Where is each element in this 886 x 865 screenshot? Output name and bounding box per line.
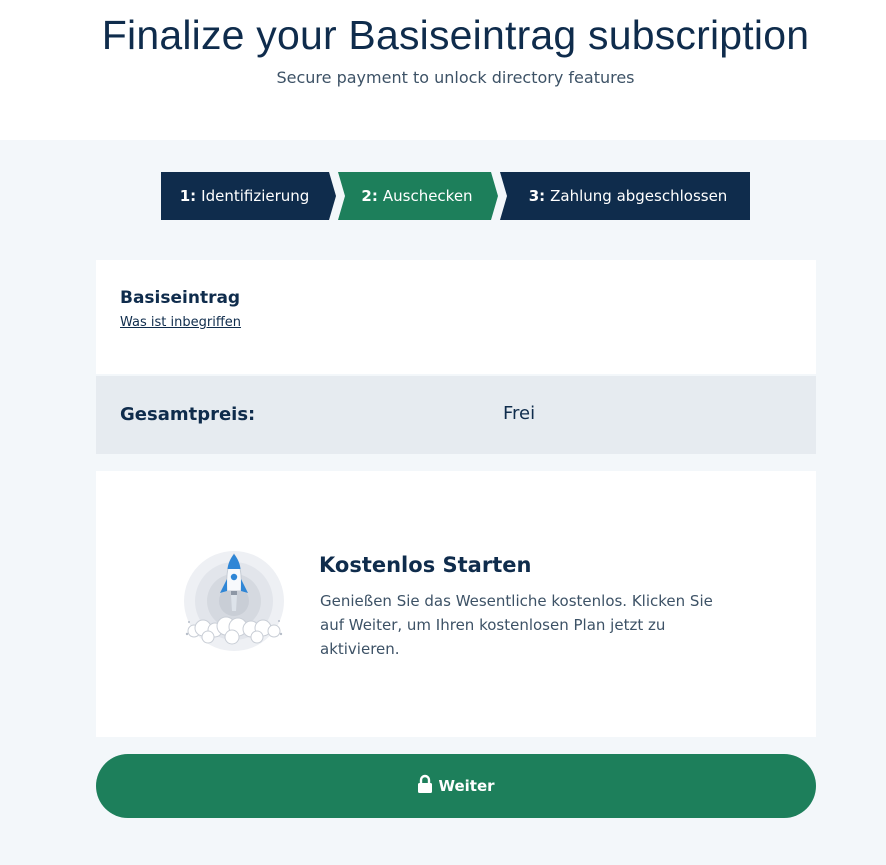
rocket-icon bbox=[184, 551, 284, 651]
lock-icon bbox=[418, 774, 433, 793]
step-checkout[interactable]: 2: Auschecken bbox=[338, 172, 498, 220]
total-price-label: Gesamtpreis: bbox=[120, 404, 256, 425]
checkout-stepper: 1: Identifizierung 2: Auschecken 3: Zahl… bbox=[161, 172, 750, 220]
total-price-row: Gesamtpreis: Frei bbox=[96, 376, 816, 454]
step-label: Zahlung abgeschlossen bbox=[550, 187, 728, 205]
page-title: Finalize your Basiseintrag subscription bbox=[101, 12, 810, 58]
checkout-area: 1: Identifizierung 2: Auschecken 3: Zahl… bbox=[0, 140, 886, 865]
step-number: 2: bbox=[361, 187, 378, 205]
step-payment-complete[interactable]: 3: Zahlung abgeschlossen bbox=[500, 172, 750, 220]
plan-card: Basiseintrag Was ist inbegriffen bbox=[96, 260, 816, 374]
page-header: Finalize your Basiseintrag subscription … bbox=[0, 0, 886, 140]
page-subtitle: Secure payment to unlock directory featu… bbox=[276, 68, 635, 87]
total-price-value: Frei bbox=[503, 403, 536, 424]
step-label: Auschecken bbox=[382, 187, 473, 205]
step-number: 1: bbox=[179, 187, 197, 205]
whats-included-link[interactable]: Was ist inbegriffen bbox=[120, 315, 241, 330]
free-plan-info-card: Kostenlos Starten Genießen Sie das Wesen… bbox=[96, 471, 816, 737]
continue-button[interactable]: Weiter bbox=[96, 754, 816, 818]
continue-button-label: Weiter bbox=[438, 777, 495, 795]
info-description: Genießen Sie das Wesentliche kostenlos. … bbox=[320, 592, 713, 658]
plan-name: Basiseintrag bbox=[120, 288, 241, 308]
step-identification[interactable]: 1: Identifizierung bbox=[161, 172, 336, 220]
step-label: Identifizierung bbox=[201, 187, 310, 205]
step-number: 3: bbox=[528, 187, 546, 205]
info-title: Kostenlos Starten bbox=[319, 553, 532, 577]
